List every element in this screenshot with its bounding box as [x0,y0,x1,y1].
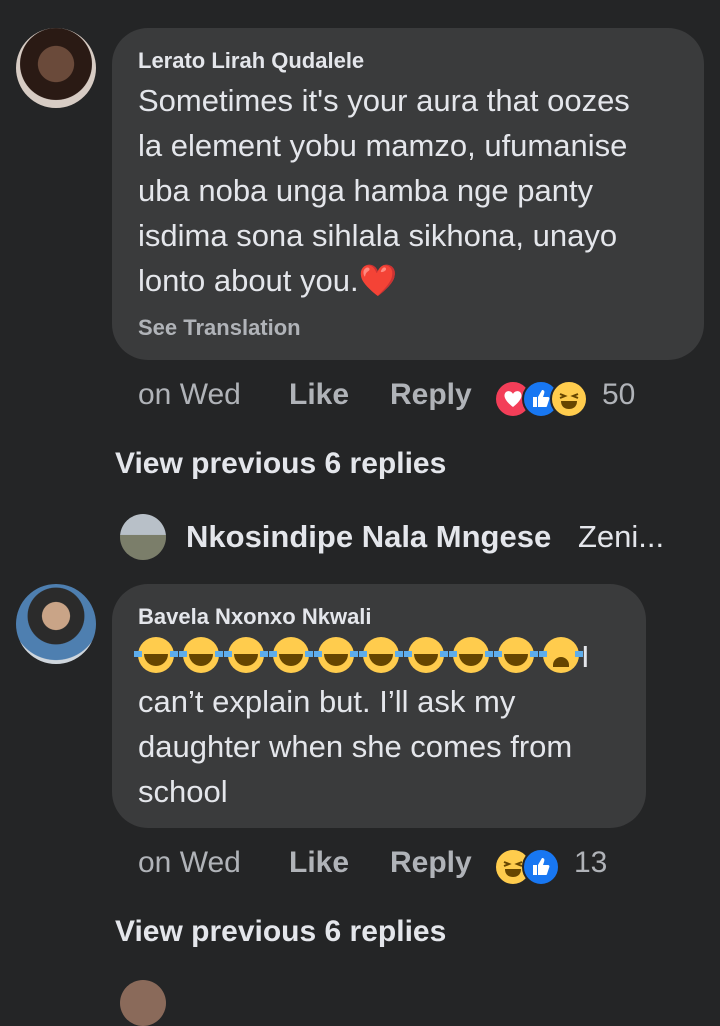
like-button[interactable]: Like [289,846,349,880]
comment-text: I can’t explain but. I’ll ask my daughte… [134,634,638,814]
reply-author[interactable]: Nkosindipe Nala Mngese [186,519,551,555]
emoji-row: I [134,634,638,679]
avatar-bavela[interactable] [16,584,96,664]
view-previous-replies-link[interactable]: View previous 6 replies [115,447,446,481]
avatar-next-reply[interactable] [120,980,166,1026]
view-previous-replies-link[interactable]: View previous 6 replies [115,915,446,949]
haha-reaction-icon [550,380,588,418]
crying-emoji-icon [539,637,583,673]
comment-line: daughter when she comes from [138,729,573,764]
comment-timestamp: on Wed [138,846,241,879]
reaction-summary[interactable] [494,848,564,886]
reaction-summary[interactable] [494,380,594,418]
like-button[interactable]: Like [289,378,349,412]
laughing-emoji-icon [134,637,178,673]
see-translation-link[interactable]: See Translation [138,315,301,341]
laughing-emoji-icon [404,637,448,673]
comment-timestamp: on Wed [138,378,241,411]
laughing-emoji-icon [179,637,223,673]
heart-emoji: ❤️ [358,263,398,298]
comment-author[interactable]: Lerato Lirah Qudalele [138,48,364,74]
reaction-count[interactable]: 13 [574,846,607,880]
laughing-emoji-icon [359,637,403,673]
comment-author[interactable]: Bavela Nxonxo Nkwali [138,604,372,630]
comment-line: la element yobu mamzo, ufumanise [138,128,628,163]
comment-text: Sometimes it's your aura that oozes la e… [138,78,698,303]
laughing-emoji-icon [224,637,268,673]
comment-line: Sometimes it's your aura that oozes [138,83,630,118]
avatar-nkosindipe[interactable] [120,514,166,560]
comment-line: uba noba unga hamba nge panty [138,173,594,208]
comment-line: can’t explain but. I’ll ask my [138,684,516,719]
laughing-emoji-icon [494,637,538,673]
laughing-emoji-icon [449,637,493,673]
reply-snippet[interactable]: Zeni... [578,519,664,555]
laughing-emoji-icon [269,637,313,673]
comment-line: school [138,774,228,809]
like-reaction-icon [522,848,560,886]
reaction-count[interactable]: 50 [602,378,635,412]
comment-line: isdima sona sihlala sikhona, unayo [138,218,618,253]
reply-button[interactable]: Reply [390,378,472,412]
laughing-emoji-icon [314,637,358,673]
avatar-lerato[interactable] [16,28,96,108]
comment-line: lonto about you.❤️ [138,263,398,298]
reply-button[interactable]: Reply [390,846,472,880]
